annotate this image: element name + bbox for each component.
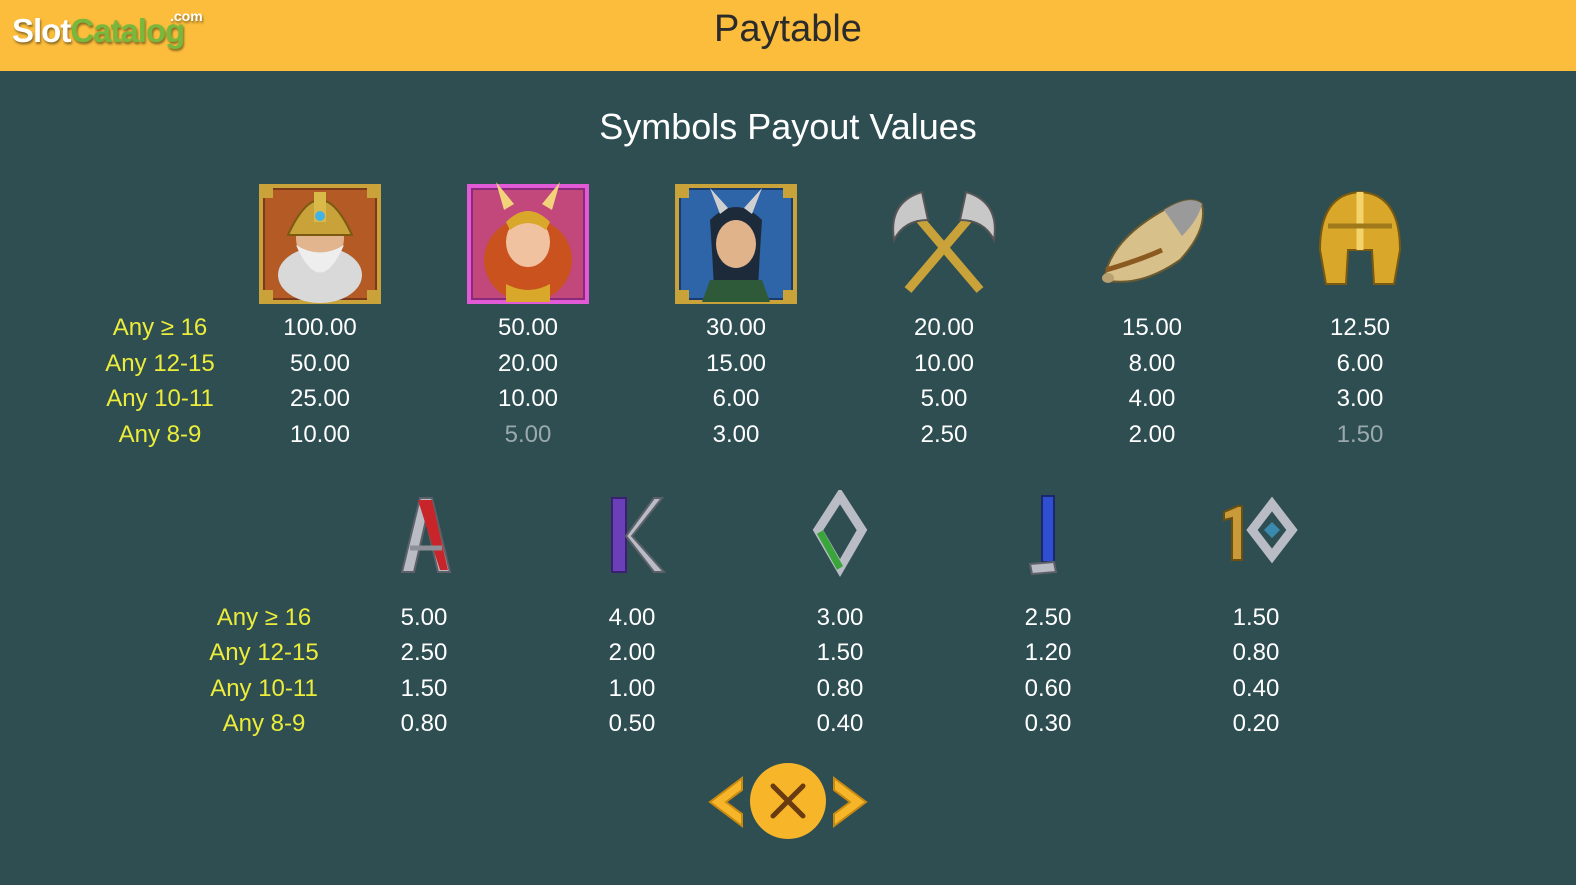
payout-value: 50.00 — [289, 350, 351, 377]
rune-10-icon — [1194, 490, 1318, 580]
payout-value: 1.50 — [816, 639, 864, 666]
payout-value: 100.00 — [283, 314, 357, 341]
rune-q-icon — [778, 490, 902, 580]
horn-icon — [1090, 180, 1214, 304]
close-button[interactable] — [749, 762, 827, 840]
payout-value: 6.00 — [1336, 350, 1384, 377]
row-label: Any 10-11 — [106, 385, 214, 412]
freya-icon — [466, 180, 590, 304]
payout-value: 0.80 — [816, 675, 864, 702]
chevron-left-icon — [708, 776, 743, 828]
payout-value: 12.50 — [1329, 314, 1391, 341]
page-title: Paytable — [714, 8, 862, 50]
payout-value: 20.00 — [497, 350, 559, 377]
payout-value: 3.00 — [1336, 385, 1384, 412]
payout-value: 30.00 — [705, 314, 767, 341]
payout-value: 5.00 — [504, 421, 552, 448]
payout-value: 0.40 — [1232, 675, 1280, 702]
payout-value: 8.00 — [1128, 350, 1176, 377]
close-icon — [750, 763, 826, 839]
payout-value: 0.40 — [816, 710, 864, 737]
helmet-icon — [1298, 180, 1422, 304]
payout-value: 4.00 — [1128, 385, 1176, 412]
row-label: Any ≥ 16 — [216, 604, 312, 631]
payout-value: 5.00 — [400, 604, 448, 631]
payout-value: 10.00 — [497, 385, 559, 412]
crossed-axes-icon — [882, 180, 1006, 304]
loki-icon — [674, 180, 798, 304]
next-page-button[interactable] — [830, 776, 870, 828]
row-label: Any 12-15 — [105, 350, 215, 377]
payout-value: 2.50 — [400, 639, 448, 666]
paytable-navigation — [706, 762, 868, 842]
payout-value: 1.20 — [1024, 639, 1072, 666]
row-label: Any 8-9 — [222, 710, 306, 737]
prev-page-button[interactable] — [706, 776, 746, 828]
payout-value: 0.50 — [608, 710, 656, 737]
payout-value: 0.80 — [400, 710, 448, 737]
payout-value: 4.00 — [608, 604, 656, 631]
payout-value: 2.50 — [920, 421, 968, 448]
payout-value: 0.30 — [1024, 710, 1072, 737]
payout-value: 1.00 — [608, 675, 656, 702]
payout-value: 10.00 — [289, 421, 351, 448]
payout-value: 25.00 — [289, 385, 351, 412]
payout-value: 0.60 — [1024, 675, 1072, 702]
rune-a-icon — [362, 490, 486, 580]
payout-value: 0.80 — [1232, 639, 1280, 666]
payout-value: 1.50 — [400, 675, 448, 702]
payout-value: 20.00 — [913, 314, 975, 341]
rune-j-icon — [986, 490, 1110, 580]
payout-value: 15.00 — [1121, 314, 1183, 341]
section-title: Symbols Payout Values — [599, 106, 977, 147]
payout-value: 2.50 — [1024, 604, 1072, 631]
payout-value: 2.00 — [608, 639, 656, 666]
payout-value: 50.00 — [497, 314, 559, 341]
row-label: Any ≥ 16 — [112, 314, 208, 341]
payout-value: 3.00 — [816, 604, 864, 631]
payout-value: 1.50 — [1336, 421, 1384, 448]
row-label: Any 12-15 — [209, 639, 319, 666]
odin-icon — [258, 180, 382, 304]
row-label: Any 8-9 — [118, 421, 202, 448]
payout-value: 2.00 — [1128, 421, 1176, 448]
payout-value: 10.00 — [913, 350, 975, 377]
payout-value: 1.50 — [1232, 604, 1280, 631]
payout-value: 3.00 — [712, 421, 760, 448]
rune-k-icon — [570, 490, 694, 580]
payout-value: 6.00 — [712, 385, 760, 412]
payout-value: 0.20 — [1232, 710, 1280, 737]
payout-value: 5.00 — [920, 385, 968, 412]
header-bar: SlotCatalog .com Paytable — [0, 0, 1576, 71]
chevron-right-icon — [833, 776, 868, 828]
payout-value: 15.00 — [705, 350, 767, 377]
row-label: Any 10-11 — [210, 675, 318, 702]
